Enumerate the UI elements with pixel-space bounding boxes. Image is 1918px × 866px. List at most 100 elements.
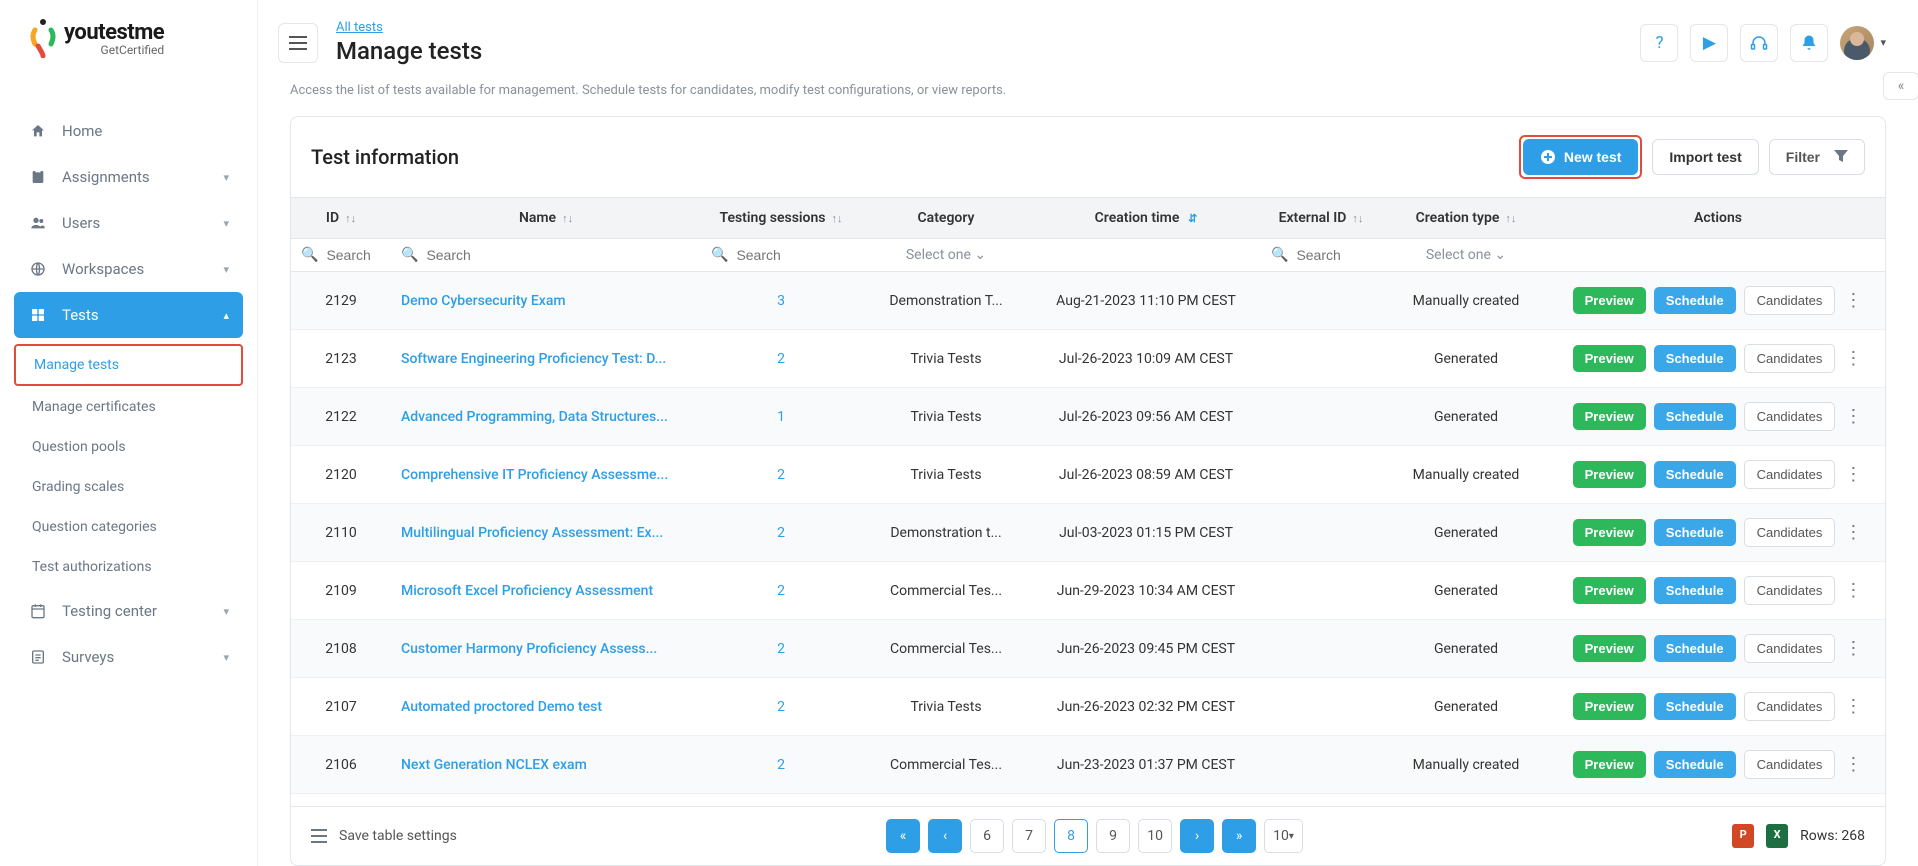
sessions-link[interactable]: 3	[777, 293, 785, 309]
preview-button[interactable]: Preview	[1573, 345, 1646, 372]
test-name-link[interactable]: Next Generation NCLEX exam	[401, 757, 681, 773]
schedule-button[interactable]: Schedule	[1654, 461, 1736, 488]
preview-button[interactable]: Preview	[1573, 287, 1646, 314]
col-header-category[interactable]: Category	[861, 198, 1031, 239]
filter-id-input[interactable]	[326, 247, 381, 263]
sidebar-item-assignments[interactable]: Assignments▾	[14, 154, 243, 200]
sessions-link[interactable]: 2	[777, 525, 785, 541]
row-menu-button[interactable]: ⋮	[1843, 406, 1863, 427]
schedule-button[interactable]: Schedule	[1654, 635, 1736, 662]
sessions-link[interactable]: 2	[777, 467, 785, 483]
support-button[interactable]	[1740, 24, 1778, 62]
sidebar-item-workspaces[interactable]: Workspaces▾	[14, 246, 243, 292]
schedule-button[interactable]: Schedule	[1654, 693, 1736, 720]
sessions-link[interactable]: 2	[777, 583, 785, 599]
col-header-external-id[interactable]: External ID↑↓	[1261, 198, 1381, 239]
test-name-link[interactable]: Demo Cybersecurity Exam	[401, 293, 681, 309]
schedule-button[interactable]: Schedule	[1654, 519, 1736, 546]
candidates-button[interactable]: Candidates	[1744, 750, 1836, 779]
preview-button[interactable]: Preview	[1573, 403, 1646, 430]
help-button[interactable]: ?	[1640, 24, 1678, 62]
subnav-item-grading-scales[interactable]: Grading scales	[14, 468, 243, 506]
play-button[interactable]: ▶	[1690, 24, 1728, 62]
sessions-link[interactable]: 2	[777, 641, 785, 657]
pager-page-9[interactable]: 9	[1096, 819, 1130, 853]
pager-page-7[interactable]: 7	[1012, 819, 1046, 853]
sidebar-item-tests[interactable]: Tests▴	[14, 292, 243, 338]
test-name-link[interactable]: Software Engineering Proficiency Test: D…	[401, 351, 681, 367]
sidebar-item-surveys[interactable]: Surveys▾	[14, 634, 243, 680]
candidates-button[interactable]: Candidates	[1744, 634, 1836, 663]
preview-button[interactable]: Preview	[1573, 635, 1646, 662]
filter-creation-type-select[interactable]: Select one ⌄	[1381, 239, 1551, 272]
row-menu-button[interactable]: ⋮	[1843, 290, 1863, 311]
preview-button[interactable]: Preview	[1573, 693, 1646, 720]
save-table-settings-link[interactable]: Save table settings	[339, 828, 457, 844]
pager-prev-button[interactable]: ‹	[928, 819, 962, 853]
filter-category-select[interactable]: Select one ⌄	[861, 239, 1031, 272]
sidebar-item-home[interactable]: Home	[14, 108, 243, 154]
filter-button[interactable]: Filter	[1769, 139, 1865, 175]
test-name-link[interactable]: Microsoft Excel Proficiency Assessment	[401, 583, 681, 599]
export-powerpoint-icon[interactable]	[1732, 824, 1754, 848]
schedule-button[interactable]: Schedule	[1654, 577, 1736, 604]
subnav-item-question-pools[interactable]: Question pools	[14, 428, 243, 466]
test-name-link[interactable]: Automated proctored Demo test	[401, 699, 681, 715]
test-name-link[interactable]: Advanced Programming, Data Structures...	[401, 409, 681, 425]
row-menu-button[interactable]: ⋮	[1843, 754, 1863, 775]
schedule-button[interactable]: Schedule	[1654, 345, 1736, 372]
test-name-link[interactable]: Comprehensive IT Proficiency Assessme...	[401, 467, 681, 483]
menu-toggle-button[interactable]	[278, 23, 318, 63]
schedule-button[interactable]: Schedule	[1654, 751, 1736, 778]
pager-next-button[interactable]: ›	[1180, 819, 1214, 853]
candidates-button[interactable]: Candidates	[1744, 460, 1836, 489]
schedule-button[interactable]: Schedule	[1654, 403, 1736, 430]
sidebar-item-testing-center[interactable]: Testing center▾	[14, 588, 243, 634]
col-header-sessions[interactable]: Testing sessions↑↓	[701, 198, 861, 239]
col-header-id[interactable]: ID↑↓	[291, 198, 391, 239]
filter-name-input[interactable]	[426, 247, 691, 263]
preview-button[interactable]: Preview	[1573, 577, 1646, 604]
col-header-creation-time[interactable]: Creation time ⇵	[1031, 198, 1261, 239]
notifications-button[interactable]	[1790, 24, 1828, 62]
subnav-item-test-authorizations[interactable]: Test authorizations	[14, 548, 243, 586]
row-menu-button[interactable]: ⋮	[1843, 522, 1863, 543]
test-name-link[interactable]: Customer Harmony Proficiency Assess...	[401, 641, 681, 657]
preview-button[interactable]: Preview	[1573, 751, 1646, 778]
sessions-link[interactable]: 2	[777, 757, 785, 773]
row-menu-button[interactable]: ⋮	[1843, 580, 1863, 601]
import-test-button[interactable]: Import test	[1652, 139, 1758, 175]
candidates-button[interactable]: Candidates	[1744, 692, 1836, 721]
subnav-item-question-categories[interactable]: Question categories	[14, 508, 243, 546]
subnav-item-manage-tests[interactable]: Manage tests	[14, 344, 243, 386]
page-size-select[interactable]: 10 ▾	[1264, 819, 1303, 853]
filter-sessions-input[interactable]	[736, 247, 851, 263]
pager-first-button[interactable]: «	[886, 819, 920, 853]
subnav-item-manage-certificates[interactable]: Manage certificates	[14, 388, 243, 426]
row-menu-button[interactable]: ⋮	[1843, 348, 1863, 369]
col-header-creation-type[interactable]: Creation type↑↓	[1381, 198, 1551, 239]
candidates-button[interactable]: Candidates	[1744, 344, 1836, 373]
pager-page-10[interactable]: 10	[1138, 819, 1172, 853]
user-menu[interactable]: ▾	[1840, 26, 1886, 60]
pager-last-button[interactable]: »	[1222, 819, 1256, 853]
schedule-button[interactable]: Schedule	[1654, 287, 1736, 314]
sessions-link[interactable]: 2	[777, 699, 785, 715]
preview-button[interactable]: Preview	[1573, 519, 1646, 546]
sidebar-item-users[interactable]: Users▾	[14, 200, 243, 246]
sessions-link[interactable]: 2	[777, 351, 785, 367]
pager-page-8[interactable]: 8	[1054, 819, 1088, 853]
export-excel-icon[interactable]	[1766, 824, 1788, 848]
row-menu-button[interactable]: ⋮	[1843, 464, 1863, 485]
pager-page-6[interactable]: 6	[970, 819, 1004, 853]
preview-button[interactable]: Preview	[1573, 461, 1646, 488]
candidates-button[interactable]: Candidates	[1744, 576, 1836, 605]
test-name-link[interactable]: Multilingual Proficiency Assessment: Ex.…	[401, 525, 681, 541]
table-settings-icon[interactable]	[311, 829, 327, 843]
sessions-link[interactable]: 1	[777, 409, 785, 425]
candidates-button[interactable]: Candidates	[1744, 286, 1836, 315]
collapse-sidebar-button[interactable]: «	[1883, 72, 1918, 100]
breadcrumb-link[interactable]: All tests	[336, 20, 482, 35]
filter-external-id-input[interactable]	[1296, 247, 1371, 263]
new-test-button[interactable]: New test	[1523, 139, 1639, 175]
